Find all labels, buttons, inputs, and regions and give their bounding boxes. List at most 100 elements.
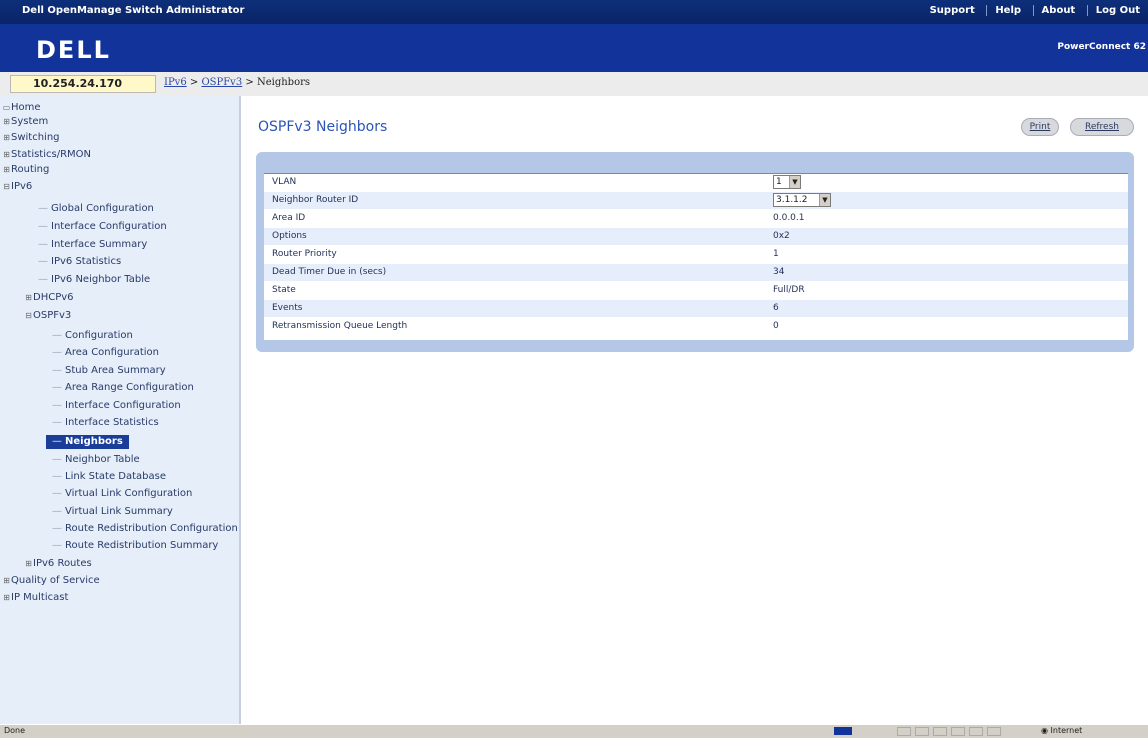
table-row: VLAN 1 ▼ xyxy=(264,174,1128,192)
breadcrumb-ospfv3[interactable]: OSPFv3 xyxy=(201,77,242,88)
sidebar-item[interactable]: — Interface Configuration xyxy=(38,220,167,234)
sidebar-item-label: OSPFv3 xyxy=(33,310,72,321)
sidebar-item[interactable]: ▭Home xyxy=(2,101,41,115)
table-row: Router Priority 1 xyxy=(264,246,1128,264)
sidebar-item-label: DHCPv6 xyxy=(33,292,74,303)
sidebar-item[interactable]: ⊞Routing xyxy=(2,163,49,177)
sidebar-item-label: Neighbors xyxy=(65,436,123,447)
sidebar-item[interactable]: ⊞IPv6 Routes xyxy=(24,557,92,571)
sidebar-item[interactable]: — Neighbors xyxy=(46,435,129,449)
sidebar-item[interactable]: — Route Redistribution Configuration xyxy=(52,522,238,536)
neighbors-table: VLAN 1 ▼ Neighbor Router ID 3.1.1.2 ▼ Area ID 0… xyxy=(264,173,1128,340)
sidebar-item[interactable]: ⊟IPv6 xyxy=(2,180,32,194)
expand-icon[interactable]: ⊞ xyxy=(2,115,11,129)
address-bar: 10.254.24.170 IPv6 > OSPFv3 > Neighbors xyxy=(0,72,1148,97)
expand-icon[interactable]: ⊞ xyxy=(24,291,33,305)
sidebar-item-label: Interface Summary xyxy=(51,239,148,250)
status-pane xyxy=(951,727,965,736)
branch-icon: — xyxy=(38,203,48,214)
sidebar-item[interactable]: — Configuration xyxy=(52,329,133,343)
sidebar-item-label: Route Redistribution Summary xyxy=(65,540,219,551)
branch-icon: — xyxy=(52,488,62,499)
sidebar-item[interactable]: — Interface Configuration xyxy=(52,399,181,413)
sidebar-item[interactable]: — IPv6 Statistics xyxy=(38,255,121,269)
sidebar-item-label: IPv6 Statistics xyxy=(51,256,122,267)
about-link[interactable]: About xyxy=(1032,5,1084,16)
sidebar-item-label: Interface Configuration xyxy=(65,400,181,411)
sidebar-item-label: IP Multicast xyxy=(11,592,69,603)
sidebar-item[interactable]: — Area Configuration xyxy=(52,346,159,360)
sidebar-item[interactable]: — Area Range Configuration xyxy=(52,381,194,395)
status-pane xyxy=(933,727,947,736)
sidebar-item-label: Area Range Configuration xyxy=(65,382,194,393)
sidebar-item[interactable]: ⊞DHCPv6 xyxy=(24,291,74,305)
product-name: PowerConnect 62 xyxy=(1057,42,1146,52)
branch-icon: — xyxy=(52,506,62,517)
branch-icon: — xyxy=(52,365,62,376)
neighbors-panel: VLAN 1 ▼ Neighbor Router ID 3.1.1.2 ▼ Area ID 0… xyxy=(256,152,1134,352)
row-value: 6 xyxy=(773,303,779,313)
expand-icon[interactable]: ⊞ xyxy=(2,574,11,588)
sidebar-item-label: Configuration xyxy=(65,330,133,341)
status-pane xyxy=(969,727,983,736)
table-row: Events 6 xyxy=(264,300,1128,318)
sidebar-item[interactable]: ⊞Switching xyxy=(2,131,59,145)
row-value: 34 xyxy=(773,267,785,277)
sidebar-item[interactable]: — Stub Area Summary xyxy=(52,364,166,378)
sidebar-item[interactable]: ⊞Quality of Service xyxy=(2,574,100,588)
sidebar-item-label: IPv6 xyxy=(11,181,33,192)
chevron-down-icon[interactable]: ▼ xyxy=(819,194,830,206)
sidebar-item-label: Global Configuration xyxy=(51,203,154,214)
row-value: 0 xyxy=(773,321,779,331)
status-pane xyxy=(897,727,911,736)
title-bar: Dell OpenManage Switch Administrator Sup… xyxy=(0,0,1148,24)
sidebar-item[interactable]: ⊞Statistics/RMON xyxy=(2,148,91,162)
main-content: OSPFv3 Neighbors Print Refresh VLAN 1 ▼ Nei… xyxy=(241,96,1148,724)
sidebar-item-label: IPv6 Routes xyxy=(33,558,92,569)
sidebar-item[interactable]: — Route Redistribution Summary xyxy=(52,539,218,553)
collapse-icon[interactable]: ⊟ xyxy=(24,309,33,323)
table-row: Retransmission Queue Length 0 xyxy=(264,318,1128,336)
table-row: Neighbor Router ID 3.1.1.2 ▼ xyxy=(264,192,1128,210)
row-value: 1 xyxy=(773,249,779,259)
sidebar-item[interactable]: — Virtual Link Configuration xyxy=(52,487,192,501)
sidebar-item[interactable]: — Global Configuration xyxy=(38,202,154,216)
branch-icon: — xyxy=(52,523,62,534)
sidebar-item-label: Route Redistribution Configuration xyxy=(65,523,238,534)
sidebar-item[interactable]: — IPv6 Neighbor Table xyxy=(38,273,150,287)
breadcrumb-ipv6[interactable]: IPv6 xyxy=(164,77,187,88)
sidebar-item[interactable]: — Interface Summary xyxy=(38,238,147,252)
expand-icon[interactable]: ⊞ xyxy=(2,148,11,162)
sidebar-item-label: Interface Statistics xyxy=(65,417,159,428)
sidebar-item[interactable]: — Link State Database xyxy=(52,470,166,484)
sidebar-item[interactable]: ⊞IP Multicast xyxy=(2,591,68,605)
sidebar-item[interactable]: — Virtual Link Summary xyxy=(52,505,173,519)
vlan-select[interactable]: 1 ▼ xyxy=(773,175,801,189)
folder-icon: ▭ xyxy=(2,103,11,112)
sidebar-item[interactable]: ⊟OSPFv3 xyxy=(24,309,71,323)
support-link[interactable]: Support xyxy=(922,5,983,16)
sidebar-item[interactable]: ⊞System xyxy=(2,115,48,129)
help-link[interactable]: Help xyxy=(986,5,1030,16)
branch-icon: — xyxy=(52,400,62,411)
collapse-icon[interactable]: ⊟ xyxy=(2,180,11,194)
row-value: 0.0.0.1 xyxy=(773,213,805,223)
sidebar-item-label: Link State Database xyxy=(65,471,167,482)
sidebar-item-label: Virtual Link Summary xyxy=(65,506,173,517)
table-row: Options 0x2 xyxy=(264,228,1128,246)
top-links: Support Help About Log Out xyxy=(922,5,1148,16)
sidebar-item[interactable]: — Interface Statistics xyxy=(52,416,159,430)
expand-icon[interactable]: ⊞ xyxy=(24,557,33,571)
expand-icon[interactable]: ⊞ xyxy=(2,591,11,605)
expand-icon[interactable]: ⊞ xyxy=(2,163,11,177)
print-button[interactable]: Print xyxy=(1021,118,1059,136)
refresh-button[interactable]: Refresh xyxy=(1070,118,1134,136)
sidebar-item[interactable]: — Neighbor Table xyxy=(52,453,140,467)
chevron-down-icon[interactable]: ▼ xyxy=(789,176,800,188)
row-label: State xyxy=(272,285,296,295)
branch-icon: — xyxy=(38,239,48,250)
logout-link[interactable]: Log Out xyxy=(1086,5,1148,16)
expand-icon[interactable]: ⊞ xyxy=(2,131,11,145)
neighbor-router-id-select[interactable]: 3.1.1.2 ▼ xyxy=(773,193,831,207)
breadcrumb-separator: > xyxy=(245,77,254,88)
